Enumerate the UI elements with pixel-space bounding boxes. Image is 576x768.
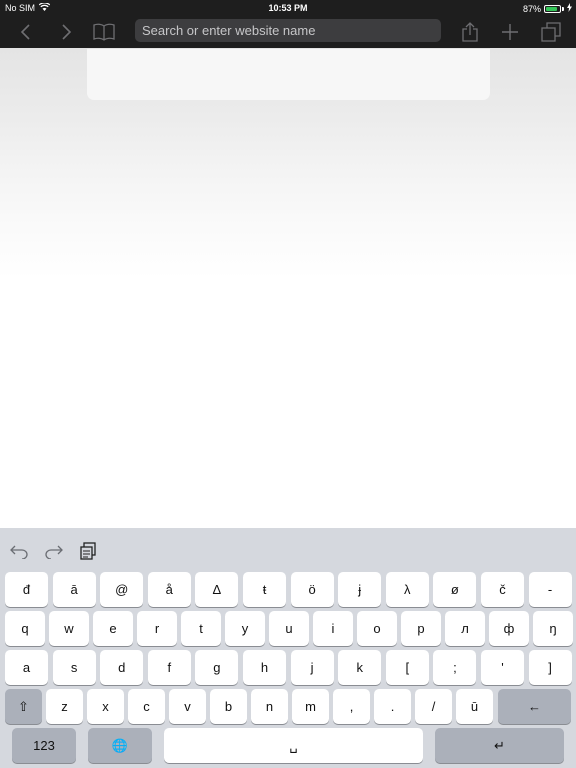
new-tab-icon[interactable] (499, 21, 521, 43)
key-row3-8[interactable]: [ (385, 650, 429, 685)
key-row3-0[interactable]: a (5, 650, 48, 685)
tabs-icon[interactable] (540, 21, 562, 43)
key-row3-1[interactable]: s (52, 650, 96, 685)
key-row3-5[interactable]: h (243, 650, 286, 685)
paste-icon[interactable] (77, 540, 99, 562)
key-row2-3[interactable]: r (137, 611, 177, 646)
numbers-key[interactable]: 123 (12, 728, 76, 763)
battery-icon (544, 4, 561, 13)
key-row3-2[interactable]: d (100, 650, 144, 685)
key-row1-2[interactable]: @ (100, 572, 144, 607)
key-row4-6[interactable]: m (292, 689, 329, 724)
key-row2-5[interactable]: y (225, 611, 265, 646)
key-row1-11[interactable]: - (528, 572, 572, 607)
browser-toolbar: Search or enter website name (0, 16, 576, 48)
key-row4-8[interactable]: . (374, 689, 411, 724)
screen: No SIM 10:53 PM 87% Search or enter webs… (0, 0, 576, 768)
key-row4-2[interactable]: c (128, 689, 165, 724)
key-row2-1[interactable]: w (49, 611, 89, 646)
charging-icon (567, 3, 572, 14)
key-row2-2[interactable]: e (93, 611, 133, 646)
bookmarks-icon[interactable] (93, 21, 115, 43)
key-row1-9[interactable]: ø (433, 572, 477, 607)
key-row3-7[interactable]: k (338, 650, 382, 685)
key-row4-7[interactable]: , (333, 689, 370, 724)
key-row1-5[interactable]: ŧ (243, 572, 286, 607)
key-row1-7[interactable]: ɉ (338, 572, 382, 607)
key-row4-10[interactable]: ū (456, 689, 493, 724)
return-key[interactable]: ↵ (435, 728, 564, 763)
space-key[interactable]: ␣ (164, 728, 423, 763)
key-row2-4[interactable]: t (181, 611, 221, 646)
shift-key[interactable]: ⇧ (5, 689, 42, 724)
backspace-key[interactable]: ← (498, 689, 571, 724)
battery-percent: 87% (522, 3, 541, 14)
key-row4-0[interactable]: z (46, 689, 83, 724)
address-bar[interactable]: Search or enter website name (135, 19, 441, 42)
key-row3-3[interactable]: f (147, 650, 191, 685)
battery-cap (562, 6, 564, 11)
address-placeholder: Search or enter website name (142, 23, 316, 38)
globe-key[interactable]: 🌐 (88, 728, 152, 763)
key-row1-3[interactable]: å (147, 572, 191, 607)
battery-fill (546, 6, 557, 11)
key-row3-6[interactable]: j (290, 650, 334, 685)
key-row2-6[interactable]: u (269, 611, 309, 646)
key-row4-4[interactable]: b (210, 689, 247, 724)
key-row2-8[interactable]: o (357, 611, 397, 646)
key-row4-5[interactable]: n (251, 689, 288, 724)
key-row4-1[interactable]: x (87, 689, 124, 724)
key-row1-8[interactable]: λ (385, 572, 429, 607)
key-row1-0[interactable]: đ (5, 572, 48, 607)
key-row4-3[interactable]: v (169, 689, 206, 724)
status-right: 87% (523, 3, 572, 14)
key-row3-10[interactable]: ' (481, 650, 524, 685)
key-row2-10[interactable]: л (445, 611, 485, 646)
status-time: 10:53 PM (268, 3, 308, 13)
key-row1-4[interactable]: Δ (195, 572, 239, 607)
key-row1-6[interactable]: ö (290, 572, 334, 607)
key-row2-9[interactable]: p (401, 611, 441, 646)
key-row2-0[interactable]: q (5, 611, 45, 646)
key-row3-4[interactable]: g (195, 650, 239, 685)
key-row2-12[interactable]: ŋ (533, 611, 573, 646)
share-icon[interactable] (459, 21, 481, 43)
key-row3-11[interactable]: ] (528, 650, 572, 685)
back-icon[interactable] (15, 21, 37, 43)
key-row1-10[interactable]: č (481, 572, 524, 607)
key-row1-1[interactable]: ā (52, 572, 96, 607)
key-row3-9[interactable]: ; (433, 650, 477, 685)
undo-icon[interactable] (8, 540, 30, 562)
redo-icon[interactable] (43, 540, 65, 562)
favorites-panel (87, 49, 490, 100)
key-row2-11[interactable]: ф (489, 611, 529, 646)
status-bar: No SIM 10:53 PM 87% (0, 0, 576, 16)
forward-icon[interactable] (55, 21, 77, 43)
web-content (0, 48, 576, 528)
key-row4-9[interactable]: / (415, 689, 452, 724)
keyboard: đ ā @ å Δŧ ö ɉ λ ø č - q w e r t y u i o p л ф ŋ a s d f g h j k[; '] ⇧ z x… (0, 528, 576, 768)
key-row2-7[interactable]: i (313, 611, 353, 646)
